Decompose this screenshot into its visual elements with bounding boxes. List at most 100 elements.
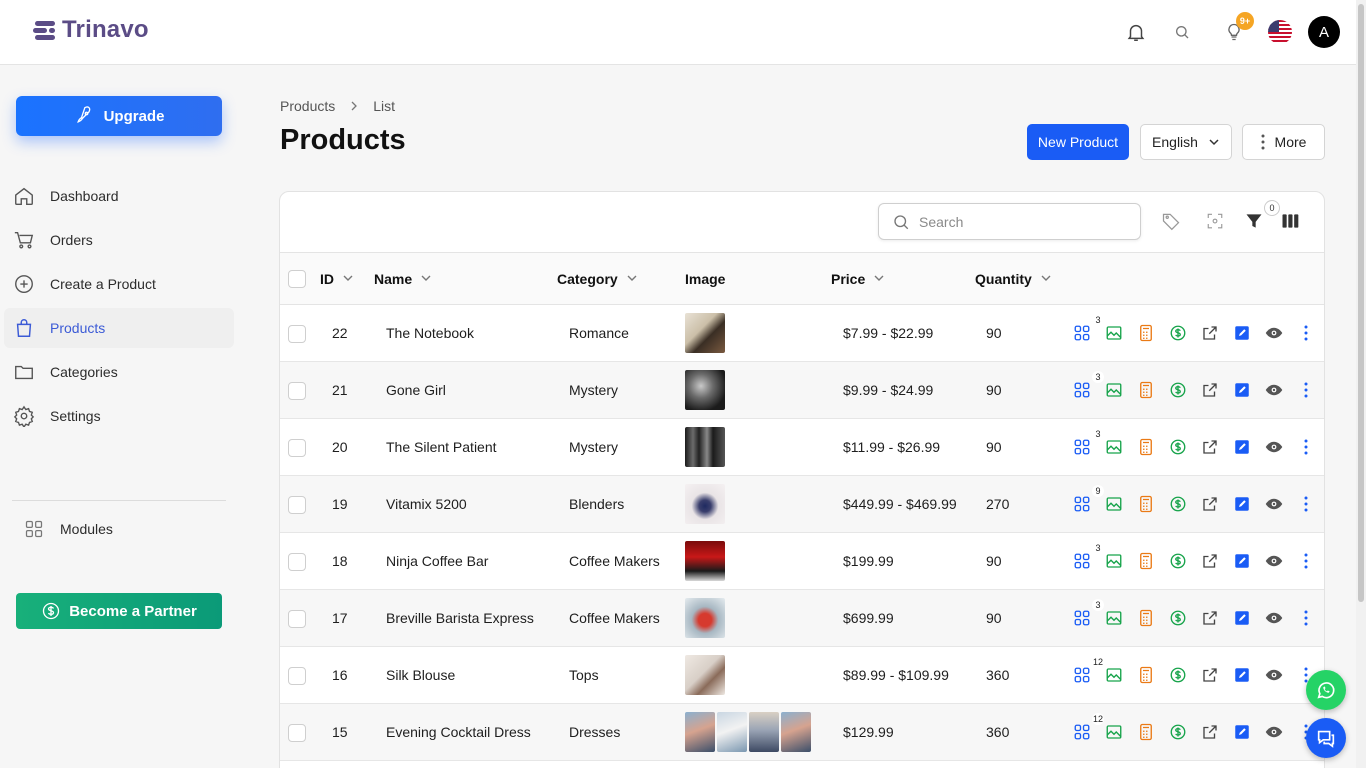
view-icon[interactable]: [1264, 551, 1284, 571]
gallery-icon[interactable]: [1104, 665, 1124, 685]
external-link-icon[interactable]: [1200, 380, 1220, 400]
chat-support-button[interactable]: [1306, 718, 1346, 758]
filter-icon[interactable]: [1242, 209, 1266, 233]
row-checkbox[interactable]: [288, 382, 306, 400]
external-link-icon[interactable]: [1200, 608, 1220, 628]
table-row[interactable]: 18 Ninja Coffee Bar Coffee Makers $199.99 90…: [280, 533, 1324, 590]
columns-icon[interactable]: [1278, 209, 1302, 233]
bell-icon[interactable]: [1124, 20, 1148, 44]
sidebar-item-categories[interactable]: Categories: [4, 352, 234, 392]
edit-icon[interactable]: [1232, 323, 1252, 343]
column-header-category[interactable]: Category: [557, 271, 638, 287]
product-thumbnail[interactable]: [749, 712, 779, 752]
pricing-icon[interactable]: [1168, 437, 1188, 457]
edit-icon[interactable]: [1232, 380, 1252, 400]
sidebar-item-products[interactable]: Products: [4, 308, 234, 348]
column-header-price[interactable]: Price: [831, 271, 885, 287]
view-icon[interactable]: [1264, 494, 1284, 514]
view-icon[interactable]: [1264, 380, 1284, 400]
product-thumbnail[interactable]: [685, 313, 725, 353]
product-thumbnail[interactable]: [685, 712, 715, 752]
gallery-icon[interactable]: [1104, 608, 1124, 628]
product-thumbnail[interactable]: [685, 598, 725, 638]
product-thumbnail[interactable]: [781, 712, 811, 752]
sidebar-item-modules[interactable]: Modules: [14, 509, 244, 549]
table-row[interactable]: 19 Vitamix 5200 Blenders $449.99 - $469.99 2…: [280, 476, 1324, 533]
cell-name[interactable]: Gone Girl: [386, 382, 446, 398]
pricing-icon[interactable]: [1168, 323, 1188, 343]
external-link-icon[interactable]: [1200, 494, 1220, 514]
variants-icon[interactable]: [1072, 494, 1092, 514]
variants-icon[interactable]: [1072, 608, 1092, 628]
sidebar-item-settings[interactable]: Settings: [4, 396, 234, 436]
row-menu-icon[interactable]: [1296, 494, 1316, 514]
external-link-icon[interactable]: [1200, 665, 1220, 685]
product-thumbnail[interactable]: [685, 484, 725, 524]
gallery-icon[interactable]: [1104, 494, 1124, 514]
row-checkbox[interactable]: [288, 553, 306, 571]
table-row[interactable]: 17 Breville Barista Express Coffee Makers $…: [280, 590, 1324, 647]
edit-icon[interactable]: [1232, 437, 1252, 457]
gallery-icon[interactable]: [1104, 323, 1124, 343]
variants-icon[interactable]: [1072, 380, 1092, 400]
search-icon[interactable]: [1170, 20, 1194, 44]
table-row[interactable]: 15 Evening Cocktail Dress Dresses $129.99 36…: [280, 704, 1324, 761]
view-icon[interactable]: [1264, 437, 1284, 457]
avatar[interactable]: A: [1308, 16, 1340, 48]
logo[interactable]: Trinavo: [32, 16, 149, 44]
calculator-icon[interactable]: [1136, 494, 1156, 514]
pricing-icon[interactable]: [1168, 608, 1188, 628]
cell-name[interactable]: The Silent Patient: [386, 439, 497, 455]
column-header-id[interactable]: ID: [320, 271, 354, 287]
variants-icon[interactable]: [1072, 437, 1092, 457]
sidebar-item-create-product[interactable]: Create a Product: [4, 264, 234, 304]
column-header-name[interactable]: Name: [374, 271, 432, 287]
table-row[interactable]: 20 The Silent Patient Mystery $11.99 - $26.…: [280, 419, 1324, 476]
select-all-checkbox[interactable]: [288, 270, 306, 288]
scan-icon[interactable]: [1203, 209, 1227, 233]
scrollbar-thumb[interactable]: [1358, 4, 1364, 602]
pricing-icon[interactable]: [1168, 494, 1188, 514]
calculator-icon[interactable]: [1136, 665, 1156, 685]
edit-icon[interactable]: [1232, 494, 1252, 514]
table-row[interactable]: 16 Silk Blouse Tops $89.99 - $109.99 360 12: [280, 647, 1324, 704]
cell-name[interactable]: Ninja Coffee Bar: [386, 553, 488, 569]
external-link-icon[interactable]: [1200, 551, 1220, 571]
external-link-icon[interactable]: [1200, 722, 1220, 742]
calculator-icon[interactable]: [1136, 551, 1156, 571]
us-flag-icon[interactable]: [1268, 20, 1292, 44]
edit-icon[interactable]: [1232, 551, 1252, 571]
sidebar-item-dashboard[interactable]: Dashboard: [4, 176, 234, 216]
product-thumbnail[interactable]: [685, 427, 725, 467]
pricing-icon[interactable]: [1168, 722, 1188, 742]
edit-icon[interactable]: [1232, 722, 1252, 742]
cell-name[interactable]: Vitamix 5200: [386, 496, 467, 512]
row-menu-icon[interactable]: [1296, 551, 1316, 571]
variants-icon[interactable]: [1072, 551, 1092, 571]
pricing-icon[interactable]: [1168, 665, 1188, 685]
become-partner-button[interactable]: Become a Partner: [16, 593, 222, 629]
row-checkbox[interactable]: [288, 667, 306, 685]
variants-icon[interactable]: [1072, 665, 1092, 685]
cell-name[interactable]: Silk Blouse: [386, 667, 455, 683]
row-menu-icon[interactable]: [1296, 323, 1316, 343]
row-checkbox[interactable]: [288, 724, 306, 742]
row-checkbox[interactable]: [288, 496, 306, 514]
scrollbar-track[interactable]: [1356, 0, 1366, 768]
cell-name[interactable]: Breville Barista Express: [386, 610, 534, 626]
cell-name[interactable]: The Notebook: [386, 325, 474, 341]
cell-name[interactable]: Evening Cocktail Dress: [386, 724, 531, 740]
gallery-icon[interactable]: [1104, 437, 1124, 457]
product-thumbnail[interactable]: [685, 541, 725, 581]
search-input[interactable]: Search: [878, 203, 1141, 240]
variants-icon[interactable]: [1072, 722, 1092, 742]
more-button[interactable]: More: [1242, 124, 1325, 160]
calculator-icon[interactable]: [1136, 722, 1156, 742]
upgrade-button[interactable]: Upgrade: [16, 96, 222, 136]
external-link-icon[interactable]: [1200, 323, 1220, 343]
whatsapp-button[interactable]: [1306, 670, 1346, 710]
row-checkbox[interactable]: [288, 610, 306, 628]
breadcrumb-parent[interactable]: Products: [280, 98, 335, 114]
tag-icon[interactable]: [1159, 209, 1183, 233]
row-checkbox[interactable]: [288, 439, 306, 457]
